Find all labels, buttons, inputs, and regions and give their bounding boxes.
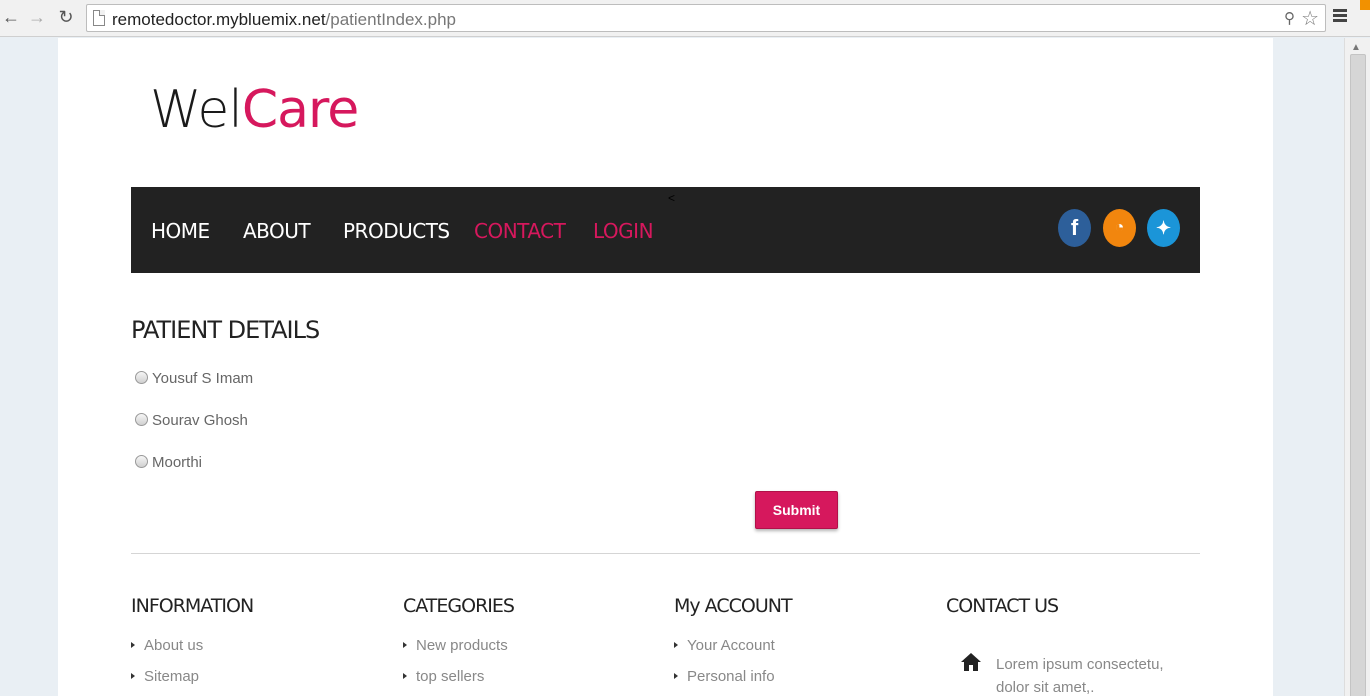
browser-menu-icon[interactable] [1333,9,1347,23]
footer-link-new-products[interactable]: New products [403,637,653,668]
main-navbar: HOME ABOUT PRODUCTS CONTACT LOGIN < f ◔ … [131,187,1200,273]
footer-title: My ACCOUNT [674,595,793,617]
facebook-icon[interactable]: f [1058,209,1091,247]
reload-icon[interactable]: ↻ [55,6,77,28]
url-host: remotedoctor.mybluemix.net [112,10,326,29]
footer-link-your-account[interactable]: Your Account [674,637,924,668]
url-path: /patientIndex.php [325,10,456,29]
nav-home[interactable]: HOME [151,219,210,243]
submit-button[interactable]: Submit [755,491,838,529]
key-icon[interactable]: ⚲ [1284,9,1295,27]
footer-link-top-sellers[interactable]: top sellers [403,668,653,696]
logo-part-care: Care [241,80,359,140]
footer-categories: CATEGORIES New products top sellers [403,595,653,696]
footer-title: INFORMATION [131,595,254,617]
bookmark-star-icon[interactable]: ☆ [1301,6,1319,31]
scroll-up-arrow-icon[interactable]: ▲ [1351,42,1361,53]
address-bar[interactable]: remotedoctor.mybluemix.net/patientIndex.… [86,4,1326,32]
footer-link-personal-info[interactable]: Personal info [674,668,924,696]
cursor-mark: < [668,191,676,205]
window-corner [1360,0,1370,10]
page-container: WelCare HOME ABOUT PRODUCTS CONTACT LOGI… [58,38,1273,696]
patient-radio[interactable] [135,455,148,468]
footer-title: CATEGORIES [403,595,515,617]
footer-title: CONTACT US [946,595,1059,617]
nav-about[interactable]: ABOUT [243,219,311,243]
scroll-thumb[interactable] [1350,54,1366,696]
url-text: remotedoctor.mybluemix.net/patientIndex.… [112,10,456,30]
footer-link-about-us[interactable]: About us [131,637,381,668]
footer-account: My ACCOUNT Your Account Personal info [674,595,924,696]
footer-contact: CONTACT US Lorem ipsum consectetu, dolor… [946,595,1196,696]
nav-products[interactable]: PRODUCTS [343,219,450,243]
back-arrow-icon[interactable]: ← [0,6,22,28]
patient-name: Yousuf S Imam [152,370,254,387]
nav-login[interactable]: LOGIN [593,219,654,243]
twitter-icon[interactable]: ✦ [1147,209,1180,247]
footer-information: INFORMATION About us Sitemap [131,595,381,696]
patient-details-title: PATIENT DETAILS [131,316,320,344]
home-icon [961,653,981,671]
nav-contact[interactable]: CONTACT [474,219,566,243]
patient-name: Sourav Ghosh [152,412,248,429]
welcare-logo[interactable]: WelCare [150,80,359,140]
page-icon [93,10,105,26]
forward-arrow-icon[interactable]: → [26,6,48,28]
patient-radio[interactable] [135,371,148,384]
contact-address-line-2: dolor sit amet,. [996,679,1095,696]
rss-icon[interactable]: ◔ [1103,209,1136,247]
logo-part-wel: Wel [150,80,243,140]
scrollbar[interactable]: ▲ [1344,38,1370,696]
browser-toolbar: ← → ↻ remotedoctor.mybluemix.net/patient… [0,0,1370,37]
footer-link-sitemap[interactable]: Sitemap [131,668,381,696]
patient-radio[interactable] [135,413,148,426]
contact-address-line-1: Lorem ipsum consectetu, [996,656,1164,673]
section-divider [131,553,1200,554]
patient-name: Moorthi [152,454,203,471]
